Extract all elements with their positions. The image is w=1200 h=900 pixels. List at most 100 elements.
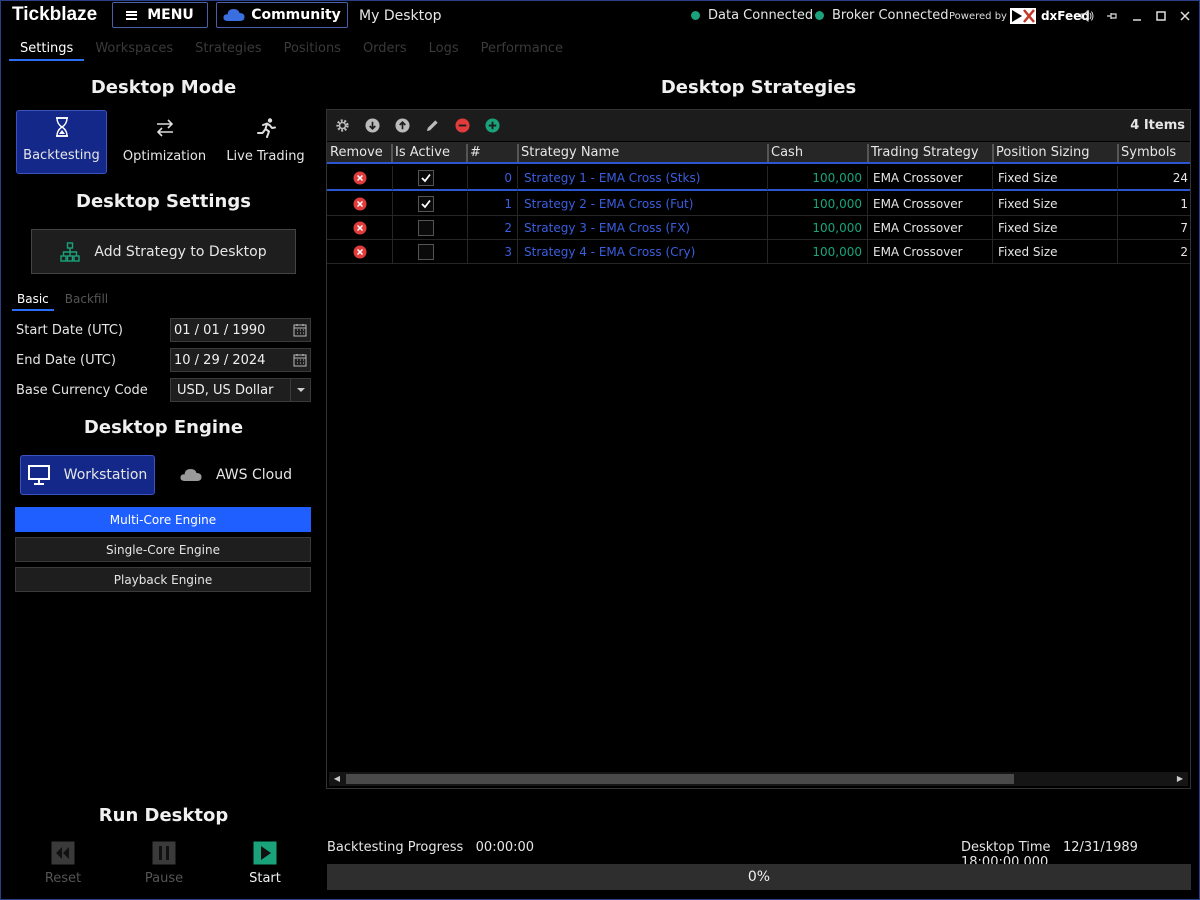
tab-positions[interactable]: Positions <box>273 39 352 61</box>
tab-workspaces[interactable]: Workspaces <box>84 39 184 61</box>
settings-subtabs: Basic Backfill <box>12 291 119 311</box>
scroll-thumb[interactable] <box>346 774 1014 784</box>
monitor-icon <box>27 465 50 485</box>
gear-icon[interactable] <box>335 118 350 133</box>
remove-icon[interactable] <box>455 118 470 133</box>
mode-live-trading[interactable]: Live Trading <box>220 110 311 174</box>
move-up-icon[interactable] <box>395 118 410 133</box>
calendar-icon[interactable] <box>293 353 307 367</box>
add-icon[interactable] <box>485 118 500 133</box>
position-sizing: Fixed Size <box>998 171 1058 185</box>
subtab-basic[interactable]: Basic <box>12 291 54 311</box>
is-active-checkbox[interactable] <box>418 170 434 186</box>
table-row[interactable]: 1 Strategy 2 - EMA Cross (Fut) 100,000 E… <box>327 192 1190 216</box>
trading-strategy: EMA Crossover <box>873 171 963 185</box>
column-index[interactable]: # <box>470 145 481 160</box>
is-active-checkbox[interactable] <box>418 244 434 260</box>
trading-strategy: EMA Crossover <box>873 197 963 211</box>
engine-target-label: Workstation <box>63 467 148 483</box>
engine-workstation[interactable]: Workstation <box>20 455 155 495</box>
strategy-name[interactable]: Strategy 4 - EMA Cross (Cry) <box>524 245 695 259</box>
start-label: Start <box>249 871 281 886</box>
mode-label: Live Trading <box>226 149 305 164</box>
row-index: 1 <box>504 197 512 211</box>
currency-select[interactable]: USD, US Dollar <box>170 378 311 402</box>
remove-row-icon[interactable] <box>353 245 367 259</box>
engine-target-label: AWS Cloud <box>216 467 292 483</box>
symbols-count: 7 <box>1180 221 1188 235</box>
table-row[interactable]: 3 Strategy 4 - EMA Cross (Cry) 100,000 E… <box>327 240 1190 264</box>
progress-percent: 0% <box>747 869 771 885</box>
symbols-count: 2 <box>1180 245 1188 259</box>
subtab-backfill[interactable]: Backfill <box>60 291 113 311</box>
tab-settings[interactable]: Settings <box>9 39 85 61</box>
column-position-sizing[interactable]: Position Sizing <box>996 145 1090 160</box>
strategies-grid: 4 Items Remove Is Active # Strategy Name… <box>326 109 1191 789</box>
menu-button[interactable]: MENU <box>112 2 208 28</box>
tab-orders[interactable]: Orders <box>352 39 418 61</box>
mode-label: Optimization <box>122 149 207 164</box>
cloud-icon <box>180 469 202 481</box>
data-status-label: Data Connected <box>708 8 814 23</box>
end-date-field[interactable]: 10 / 29 / 2024 <box>170 348 311 372</box>
reset-label: Reset <box>44 871 82 886</box>
column-is-active[interactable]: Is Active <box>395 145 450 160</box>
column-cash[interactable]: Cash <box>771 145 803 160</box>
reset-button[interactable]: Reset <box>33 841 93 886</box>
horizontal-scrollbar[interactable]: ◀ ▶ <box>329 772 1188 786</box>
add-strategy-label: Add Strategy to Desktop <box>94 243 267 260</box>
tab-strategies[interactable]: Strategies <box>184 39 272 61</box>
mode-optimization[interactable]: Optimization <box>119 110 210 174</box>
chevron-down-icon[interactable] <box>290 379 310 401</box>
single-core-engine-option[interactable]: Single-Core Engine <box>15 537 311 562</box>
column-strategy-name[interactable]: Strategy Name <box>521 145 619 160</box>
table-row[interactable]: 2 Strategy 3 - EMA Cross (FX) 100,000 EM… <box>327 216 1190 240</box>
scroll-left-icon[interactable]: ◀ <box>332 774 342 784</box>
column-trading-strategy[interactable]: Trading Strategy <box>871 145 979 160</box>
start-date-field[interactable]: 01 / 01 / 1990 <box>170 318 311 342</box>
hamburger-icon <box>126 10 138 20</box>
tab-logs[interactable]: Logs <box>418 39 470 61</box>
table-row[interactable]: 0 Strategy 1 - EMA Cross (Stks) 100,000 … <box>327 166 1190 191</box>
multi-core-engine-option[interactable]: Multi-Core Engine <box>15 507 311 532</box>
add-strategy-button[interactable]: Add Strategy to Desktop <box>31 229 296 274</box>
pause-button[interactable]: Pause <box>134 841 194 886</box>
mode-label: Backtesting <box>23 148 100 163</box>
scroll-right-icon[interactable]: ▶ <box>1175 774 1185 784</box>
close-icon[interactable] <box>1177 8 1193 24</box>
backtesting-progress: Backtesting Progress 00:00:00 <box>327 840 534 855</box>
is-active-checkbox[interactable] <box>418 196 434 212</box>
cash-value: 100,000 <box>812 197 862 211</box>
start-date-label: Start Date (UTC) <box>16 323 124 338</box>
edit-pencil-icon[interactable] <box>425 118 440 133</box>
cash-value: 100,000 <box>812 245 862 259</box>
strategy-name[interactable]: Strategy 2 - EMA Cross (Fut) <box>524 197 693 211</box>
remove-row-icon[interactable] <box>353 197 367 211</box>
mode-backtesting[interactable]: Backtesting <box>16 110 107 174</box>
move-down-icon[interactable] <box>365 118 380 133</box>
column-symbols[interactable]: Symbols <box>1121 145 1176 160</box>
remove-row-icon[interactable] <box>353 221 367 235</box>
engine-aws-cloud[interactable]: AWS Cloud <box>171 455 301 495</box>
playback-engine-option[interactable]: Playback Engine <box>15 567 311 592</box>
hierarchy-icon <box>60 241 81 262</box>
desktop-name: My Desktop <box>359 8 442 24</box>
column-remove[interactable]: Remove <box>330 145 383 160</box>
is-active-checkbox[interactable] <box>418 220 434 236</box>
symbols-count: 1 <box>1180 197 1188 211</box>
pin-icon[interactable] <box>1105 8 1121 24</box>
start-button[interactable]: Start <box>235 841 295 886</box>
strategy-name[interactable]: Strategy 3 - EMA Cross (FX) <box>524 221 690 235</box>
desktop-time-label: Desktop Time <box>961 840 1051 855</box>
calendar-icon[interactable] <box>293 323 307 337</box>
remove-row-icon[interactable] <box>353 171 367 185</box>
play-icon <box>253 841 277 865</box>
minimize-icon[interactable] <box>1129 8 1145 24</box>
strategy-name[interactable]: Strategy 1 - EMA Cross (Stks) <box>524 171 700 185</box>
maximize-icon[interactable] <box>1153 8 1169 24</box>
tab-performance[interactable]: Performance <box>470 39 574 61</box>
rewind-icon <box>51 841 75 865</box>
row-index: 2 <box>504 221 512 235</box>
speaker-icon[interactable] <box>1079 8 1095 24</box>
community-button[interactable]: Community <box>216 2 348 28</box>
